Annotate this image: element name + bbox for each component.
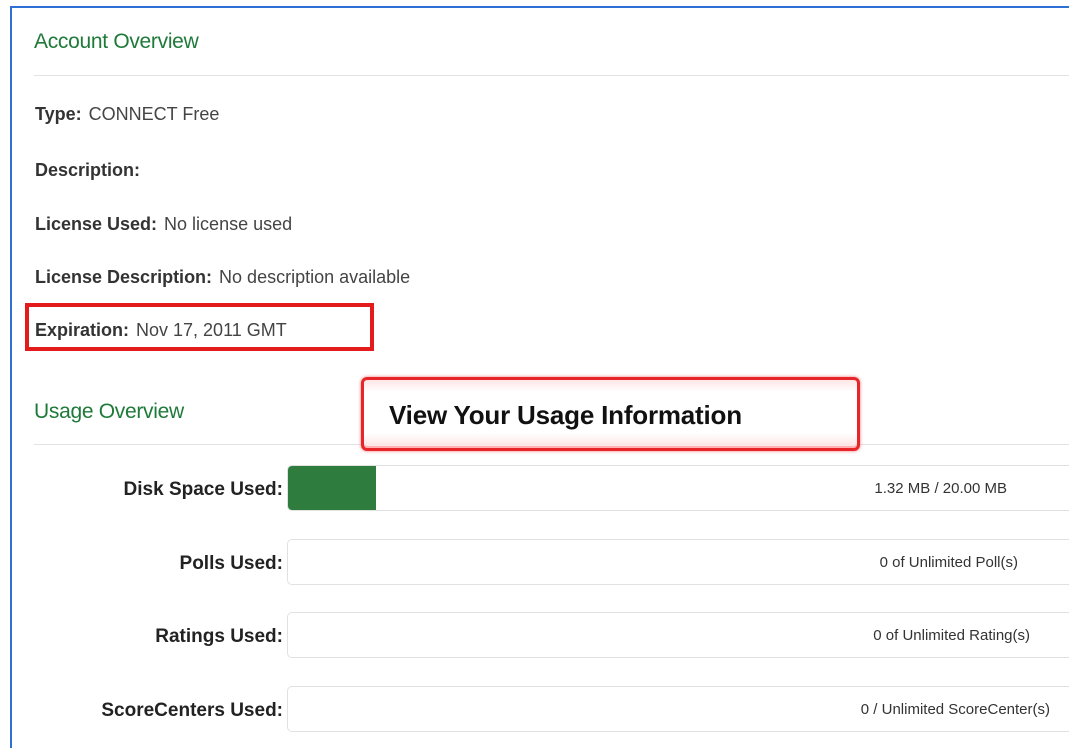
polls-row: Polls Used: 0 of Unlimited Poll(s) bbox=[0, 539, 1069, 589]
license-used-row: License Used: No license used bbox=[35, 214, 292, 235]
type-label: Type: bbox=[35, 104, 82, 124]
disk-space-row: Disk Space Used: 1.32 MB / 20.00 MB bbox=[0, 465, 1069, 515]
account-title-divider bbox=[34, 75, 1069, 76]
ratings-label: Ratings Used: bbox=[155, 626, 283, 647]
disk-space-usage-text: 1.32 MB / 20.00 MB bbox=[874, 480, 1007, 497]
type-row: Type: CONNECT Free bbox=[35, 104, 219, 125]
scorecenters-usage-text: 0 / Unlimited ScoreCenter(s) bbox=[860, 701, 1050, 718]
disk-space-label: Disk Space Used: bbox=[123, 479, 283, 500]
ratings-usage-text: 0 of Unlimited Rating(s) bbox=[873, 627, 1030, 644]
usage-overview-title: Usage Overview bbox=[34, 400, 184, 423]
usage-info-callout: View Your Usage Information bbox=[361, 377, 860, 451]
expiration-highlight-box bbox=[25, 303, 374, 351]
license-description-row: License Description: No description avail… bbox=[35, 267, 410, 288]
license-description-label: License Description: bbox=[35, 267, 213, 287]
type-value: CONNECT Free bbox=[88, 104, 220, 124]
scorecenters-row: ScoreCenters Used: 0 / Unlimited ScoreCe… bbox=[0, 686, 1069, 736]
license-description-value: No description available bbox=[219, 267, 411, 287]
description-label: Description: bbox=[35, 160, 141, 180]
license-used-label: License Used: bbox=[35, 214, 158, 234]
callout-text: View Your Usage Information bbox=[389, 400, 742, 430]
polls-label: Polls Used: bbox=[179, 553, 283, 574]
ratings-row: Ratings Used: 0 of Unlimited Rating(s) bbox=[0, 612, 1069, 662]
scorecenters-label: ScoreCenters Used: bbox=[101, 700, 283, 721]
license-used-value: No license used bbox=[164, 214, 293, 234]
account-overview-title: Account Overview bbox=[34, 30, 199, 53]
polls-usage-text: 0 of Unlimited Poll(s) bbox=[879, 554, 1018, 571]
description-row: Description: bbox=[35, 160, 147, 181]
